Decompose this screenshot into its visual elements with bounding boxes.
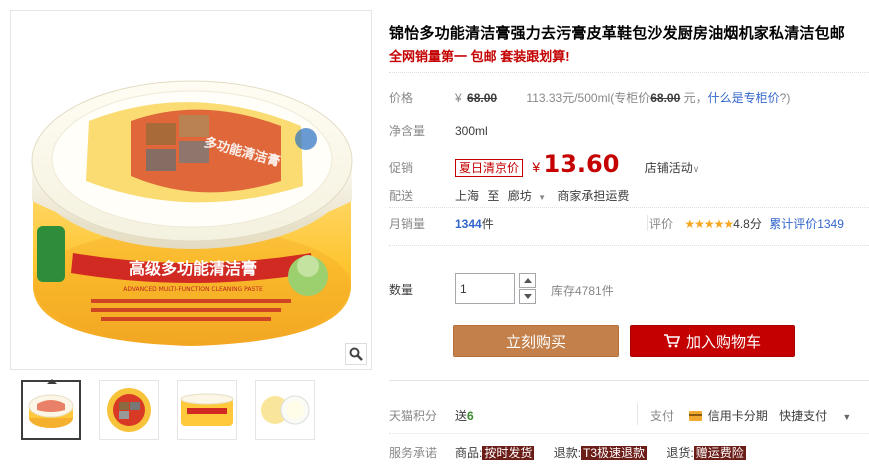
thumbnail-2[interactable] bbox=[99, 380, 159, 440]
promo-row: 促销 夏日清京价 ¥ 13.60 店铺活动∨ bbox=[389, 150, 699, 178]
payment-more-dropdown[interactable]: ▼ bbox=[842, 412, 851, 422]
cart-icon bbox=[663, 334, 680, 348]
separator bbox=[647, 215, 648, 231]
buy-now-button[interactable]: 立刻购买 bbox=[453, 325, 619, 357]
chevron-down-icon: ∨ bbox=[692, 164, 700, 174]
divider bbox=[389, 380, 869, 381]
thumbnail-1[interactable] bbox=[21, 379, 81, 440]
volume-row: 净含量 300ml bbox=[389, 122, 488, 139]
counter-price-link[interactable]: 什么是专柜价 bbox=[708, 91, 780, 105]
divider bbox=[389, 433, 869, 434]
divider bbox=[389, 245, 869, 246]
express-pay: 快捷支付 bbox=[779, 409, 828, 423]
credit-installment: 信用卡分期 bbox=[707, 409, 768, 423]
buy-now-label: 立刻购买 bbox=[505, 333, 566, 351]
rating-score: 4.8分 bbox=[733, 217, 762, 231]
product-subtitle: 全网销量第一 包邮 套装跟划算! bbox=[389, 49, 570, 64]
counter-close: ?) bbox=[779, 91, 791, 105]
tub-label-en: ADVANCED MULTI-FUNCTION CLEANING PASTE bbox=[123, 286, 263, 293]
product-info: 锦怡多功能清洁膏强力去污膏皮革鞋包沙发厨房油烟机家私清洁包邮 全网销量第一 包邮… bbox=[389, 0, 869, 465]
product-tub-image: 高级多功能清洁膏 ADVANCED MULTI-FUNCTION CLEANIN… bbox=[31, 80, 353, 346]
service-label: 服务承诺 bbox=[389, 446, 438, 460]
shipping-row: 配送 上海 至 廊坊 ▼ 商家承担运费 bbox=[389, 187, 629, 204]
thumbnail-3[interactable] bbox=[177, 380, 237, 440]
fast-refund-badge[interactable]: T3极速退款 bbox=[581, 446, 648, 460]
points-value: 6 bbox=[467, 409, 474, 423]
payment-row: 支付 信用卡分期 快捷支付 ▼ bbox=[650, 407, 851, 424]
shipping-insurance-badge[interactable]: 赠运费险 bbox=[693, 446, 746, 460]
thumbnail-list bbox=[21, 379, 315, 440]
shipping-destination-dropdown[interactable]: 廊坊 ▼ bbox=[508, 189, 550, 203]
price-currency: ¥ bbox=[455, 91, 462, 105]
add-to-cart-button[interactable]: 加入购物车 bbox=[630, 325, 795, 357]
on-time-ship-badge[interactable]: 按时发货 bbox=[482, 446, 535, 460]
thumbnail-4[interactable] bbox=[255, 380, 315, 440]
rating-label: 评价 bbox=[649, 217, 674, 231]
sales-row: 月销量 1344件 评价 ★★★★★4.8分 累计评价1349 bbox=[389, 215, 869, 232]
chevron-up-icon bbox=[523, 278, 532, 283]
price-row: 价格 ¥ 68.00 113.33元/500ml(专柜价68.00 元，什么是专柜… bbox=[389, 89, 869, 106]
star-rating-icon: ★★★★★ bbox=[684, 217, 734, 231]
thumb-image bbox=[107, 388, 151, 432]
return-label: 退款: bbox=[553, 446, 582, 460]
promo-label: 促销 bbox=[389, 161, 414, 175]
promo-price: 13.60 bbox=[543, 150, 620, 178]
sales-unit: 件 bbox=[481, 217, 494, 231]
price-label: 价格 bbox=[389, 91, 414, 105]
thumb-image bbox=[28, 394, 74, 428]
quantity-increase-button[interactable] bbox=[519, 273, 536, 288]
separator bbox=[637, 403, 638, 425]
store-activity-label: 店铺活动 bbox=[644, 161, 693, 175]
service-row: 服务承诺 商品: 按时发货 退款: T3极速退款 退货: 赠运费险 bbox=[389, 444, 746, 461]
goods-label: 商品: bbox=[455, 446, 483, 460]
ship-label: 退货: bbox=[666, 446, 694, 460]
caret-down-icon: ▼ bbox=[538, 193, 546, 202]
thumb-image bbox=[180, 393, 234, 426]
counter-prefix: (专柜价 bbox=[610, 91, 651, 105]
review-count-link[interactable]: 累计评价1349 bbox=[769, 217, 844, 231]
shipping-from: 上海 bbox=[455, 189, 480, 203]
original-price: 68.00 bbox=[467, 91, 498, 105]
thumb-image bbox=[261, 395, 310, 425]
promo-tag: 夏日清京价 bbox=[455, 159, 524, 177]
shipping-to: 廊坊 bbox=[507, 189, 532, 203]
divider bbox=[389, 72, 869, 73]
stock-text: 库存4781件 bbox=[551, 284, 614, 298]
shipping-to-word: 至 bbox=[487, 189, 500, 203]
volume-value: 300ml bbox=[455, 124, 488, 138]
shipping-note: 商家承担运费 bbox=[557, 189, 630, 203]
main-image[interactable]: 高级多功能清洁膏 ADVANCED MULTI-FUNCTION CLEANIN… bbox=[10, 10, 372, 370]
volume-label: 净含量 bbox=[389, 124, 426, 138]
add-to-cart-label: 加入购物车 bbox=[685, 333, 761, 351]
store-activity-dropdown[interactable]: 店铺活动∨ bbox=[645, 161, 700, 175]
promo-currency: ¥ bbox=[532, 159, 541, 175]
points-prefix: 送 bbox=[455, 409, 468, 423]
shipping-label: 配送 bbox=[389, 189, 414, 203]
product-title: 锦怡多功能清洁膏强力去污膏皮革鞋包沙发厨房油烟机家私清洁包邮 bbox=[389, 25, 846, 42]
points-row: 天猫积分 送6 bbox=[389, 407, 474, 424]
payment-label: 支付 bbox=[650, 409, 675, 423]
magnifier-icon[interactable] bbox=[345, 343, 367, 365]
unit-price: 113.33元/500ml bbox=[526, 91, 611, 105]
quantity-input[interactable] bbox=[455, 273, 515, 304]
sales-count: 1344 bbox=[455, 217, 482, 231]
chevron-down-icon bbox=[523, 294, 532, 299]
rating-block: 评价 ★★★★★4.8分 累计评价1349 bbox=[649, 215, 844, 232]
counter-price: 68.00 bbox=[650, 91, 681, 105]
sales-label: 月销量 bbox=[389, 217, 426, 231]
tub-label-text: 高级多功能清洁膏 bbox=[129, 259, 257, 278]
points-label: 天猫积分 bbox=[389, 409, 438, 423]
quantity-label: 数量 bbox=[389, 283, 414, 297]
divider bbox=[389, 207, 869, 208]
credit-card-icon bbox=[689, 411, 703, 421]
quantity-decrease-button[interactable] bbox=[519, 289, 536, 304]
counter-suffix: 元， bbox=[683, 91, 708, 105]
